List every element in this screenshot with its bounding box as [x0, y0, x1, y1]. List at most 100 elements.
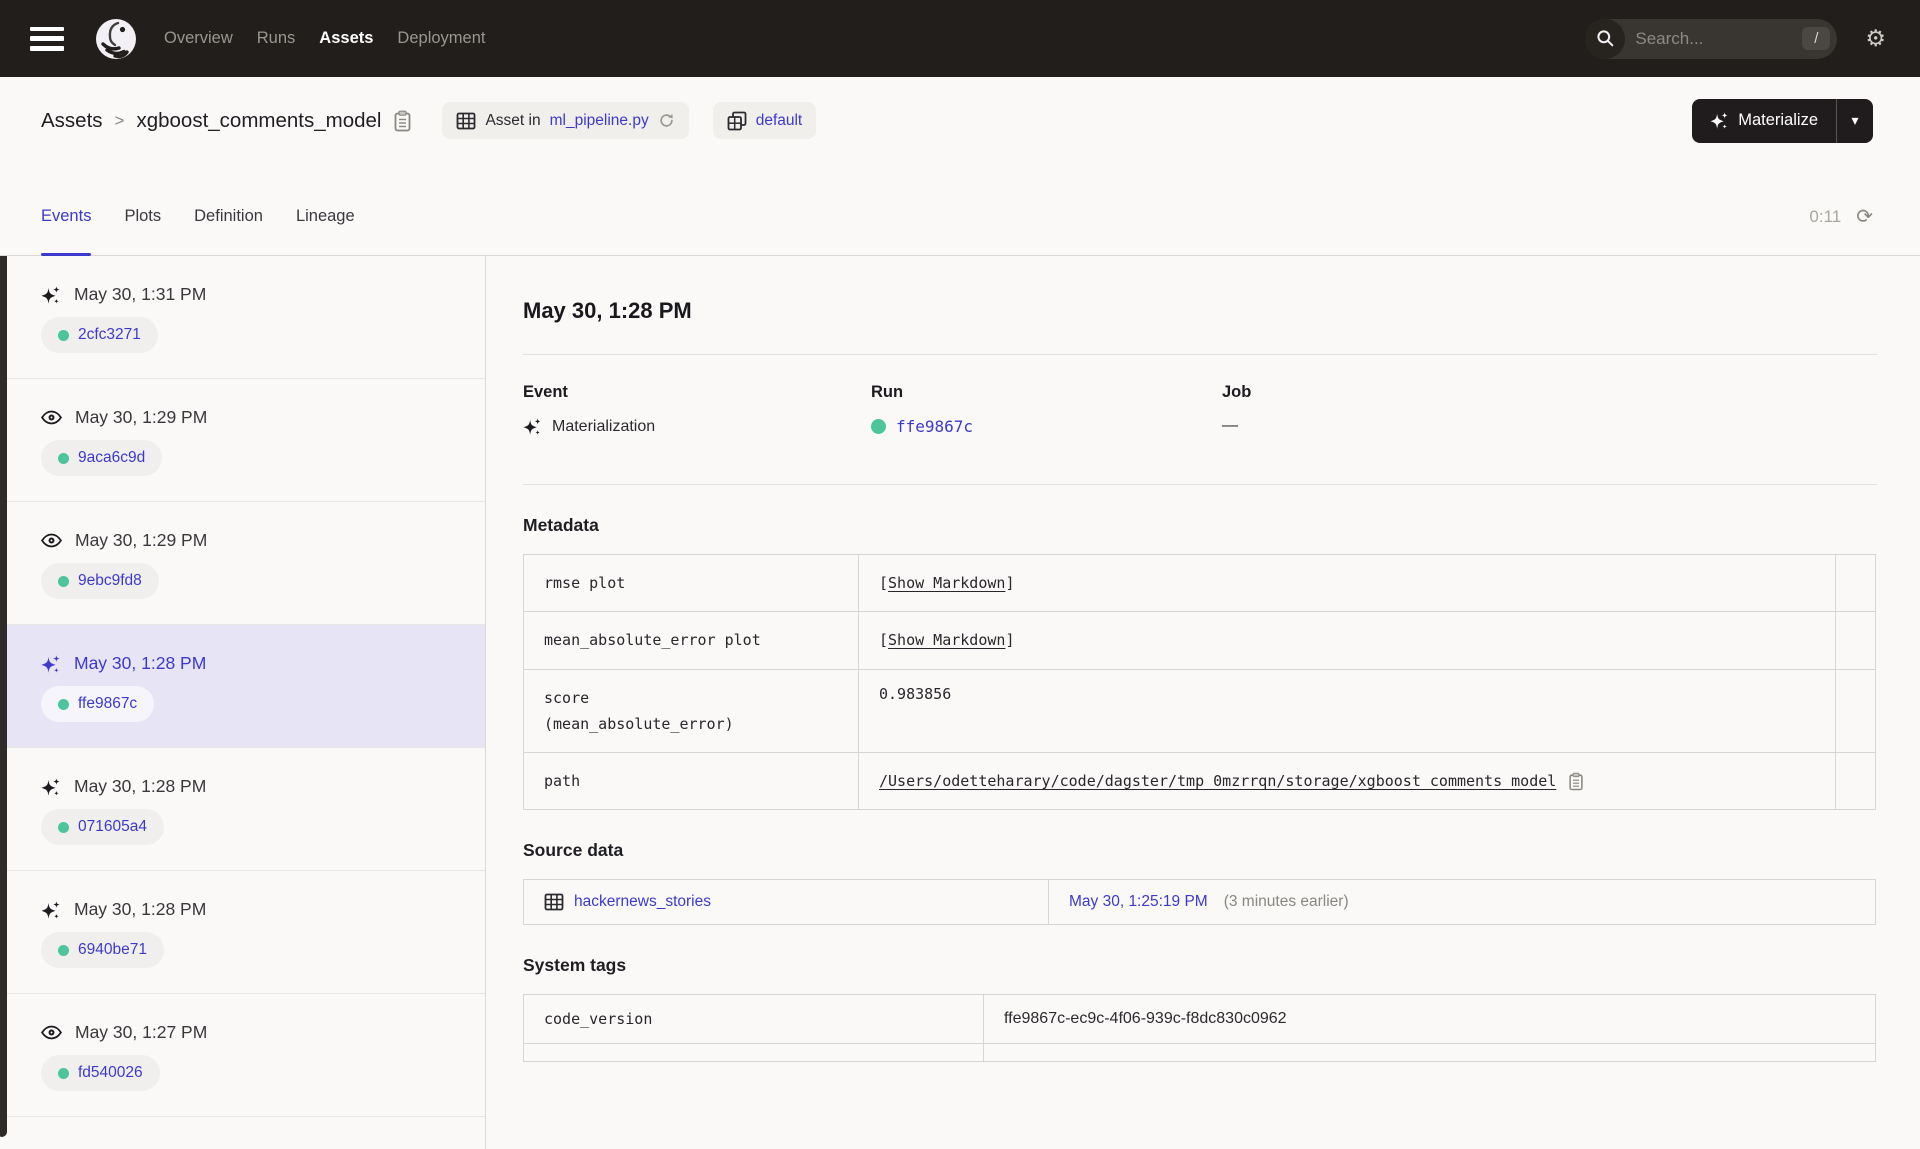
job-column-label: Job [1222, 383, 1252, 401]
app-window: Overview Runs Assets Deployment / ⚙ Asse… [0, 0, 1920, 1149]
refresh-countdown: 0:11 [1809, 206, 1842, 226]
copy-path-icon[interactable] [1568, 772, 1584, 791]
materialization-icon [41, 285, 60, 304]
materialization-icon [523, 418, 541, 435]
tab-definition[interactable]: Definition [194, 178, 263, 255]
event-column-label: Event [523, 383, 568, 401]
asset-location-badge[interactable]: Asset in ml_pipeline.py [442, 102, 689, 139]
event-list-item-selected[interactable]: May 30, 1:28 PM ffe9867c [0, 625, 485, 748]
run-id-link[interactable]: 2cfc3271 [78, 326, 141, 344]
job-value: — [1222, 417, 1238, 434]
hamburger-menu-icon[interactable] [30, 26, 64, 51]
run-tag[interactable]: ffe9867c [41, 686, 155, 722]
event-timestamp: May 30, 1:28 PM [74, 776, 207, 796]
metadata-key: rmse plot [523, 553, 859, 613]
page-title: xgboost_comments_model [136, 108, 382, 132]
run-tag[interactable]: 071605a4 [41, 809, 164, 845]
observation-eye-icon [41, 1025, 62, 1040]
storage-path-link[interactable]: /Users/odetteharary/code/dagster/tmp_0mz… [879, 772, 1556, 790]
run-id-link[interactable]: 9aca6c9d [78, 449, 145, 467]
table-row: score (mean_absolute_error) 0.983856 [523, 668, 1876, 753]
nav-item-deployment[interactable]: Deployment [397, 29, 485, 48]
event-summary-columns: Event Materialization Run ffe9867c Job — [523, 383, 1877, 436]
source-materialization-time-link[interactable]: May 30, 1:25:19 PM [1069, 893, 1208, 911]
run-id-link[interactable]: 071605a4 [78, 818, 147, 836]
nav-item-overview[interactable]: Overview [164, 29, 233, 48]
event-list-item[interactable]: May 30, 1:27 PM fd540026 [0, 994, 485, 1117]
asset-file-link[interactable]: ml_pipeline.py [550, 112, 649, 130]
run-status-dot [58, 452, 69, 464]
search-input[interactable] [1625, 28, 1803, 49]
run-tag[interactable]: 9ebc9fd8 [41, 563, 159, 599]
materialize-sparkle-icon [1710, 112, 1728, 129]
run-tag[interactable]: 9aca6c9d [41, 440, 163, 476]
empty-cell [1835, 611, 1876, 670]
search-box[interactable]: / [1585, 18, 1838, 59]
tab-plots[interactable]: Plots [124, 178, 161, 255]
materialization-icon [41, 777, 60, 796]
tabs-bar: Events Plots Definition Lineage 0:11 ⟳ [0, 164, 1920, 256]
tab-events[interactable]: Events [41, 178, 92, 256]
source-data-heading: Source data [523, 840, 624, 861]
nav-item-assets[interactable]: Assets [319, 29, 373, 48]
event-list-item[interactable]: May 30, 1:28 PM 071605a4 [0, 748, 485, 871]
show-markdown-link[interactable]: [Show Markdown] [879, 631, 1014, 649]
materialize-dropdown-button[interactable]: ▾ [1837, 99, 1873, 143]
gear-icon[interactable]: ⚙ [1865, 27, 1886, 50]
bracket: [ [879, 574, 889, 593]
source-asset-link[interactable]: hackernews_stories [574, 893, 711, 911]
breadcrumb-root[interactable]: Assets [41, 109, 103, 133]
event-timestamp: May 30, 1:31 PM [74, 284, 207, 304]
nav-item-runs[interactable]: Runs [257, 29, 296, 48]
empty-cell [1835, 668, 1876, 753]
run-id-link[interactable]: fd540026 [78, 1064, 143, 1082]
observation-eye-icon [41, 410, 62, 425]
repository-badge[interactable]: default [712, 102, 817, 139]
event-timestamp: May 30, 1:28 PM [74, 653, 207, 673]
dagster-logo-icon[interactable] [94, 17, 138, 61]
table-row-partial [523, 1043, 1876, 1063]
breadcrumb-separator: > [114, 110, 125, 130]
run-id-link[interactable]: 9ebc9fd8 [78, 572, 142, 590]
tab-lineage[interactable]: Lineage [296, 178, 355, 255]
event-list-item[interactable]: May 30, 1:28 PM 6940be71 [0, 871, 485, 994]
top-nav: Overview Runs Assets Deployment / ⚙ [0, 0, 1920, 77]
metadata-key: score (mean_absolute_error) [523, 668, 859, 753]
asset-location-prefix: Asset in [485, 111, 541, 129]
event-timestamp: May 30, 1:29 PM [75, 407, 208, 427]
metadata-key: mean_absolute_error plot [523, 611, 859, 670]
system-tag-value [983, 1043, 1876, 1063]
repository-link[interactable]: default [756, 112, 803, 130]
event-list-item[interactable]: May 30, 1:29 PM 9ebc9fd8 [0, 502, 485, 625]
asset-header: Assets > xgboost_comments_model Asset in… [0, 77, 1920, 164]
event-list-item[interactable]: May 30, 1:31 PM 2cfc3271 [0, 256, 485, 379]
materialize-button[interactable]: Materialize [1692, 99, 1836, 143]
run-tag[interactable]: 2cfc3271 [41, 317, 158, 353]
system-tag-key [523, 1043, 984, 1063]
run-tag[interactable]: fd540026 [41, 1055, 160, 1091]
bracket: ] [1005, 574, 1015, 593]
run-id-link[interactable]: ffe9867c [896, 417, 973, 436]
reload-location-icon[interactable] [658, 112, 675, 129]
observation-eye-icon [41, 533, 62, 548]
show-markdown-label[interactable]: Show Markdown [888, 574, 1005, 592]
run-id-link[interactable]: ffe9867c [78, 695, 137, 713]
metadata-table: rmse plot [Show Markdown] mean_absolute_… [523, 553, 1876, 811]
auto-refresh-timer: 0:11 ⟳ [1809, 204, 1873, 229]
show-markdown-label[interactable]: Show Markdown [888, 631, 1005, 649]
copy-asset-name-icon[interactable] [393, 110, 412, 132]
run-status-dot [58, 698, 69, 710]
run-tag[interactable]: 6940be71 [41, 932, 164, 968]
run-status-dot [871, 419, 886, 434]
show-markdown-link[interactable]: [Show Markdown] [879, 574, 1014, 592]
search-icon [1585, 18, 1626, 59]
run-status-dot [58, 944, 69, 956]
event-list-item[interactable]: May 30, 1:29 PM 9aca6c9d [0, 379, 485, 502]
bracket: ] [1005, 631, 1015, 650]
run-column-label: Run [871, 383, 904, 401]
run-status-dot [58, 821, 69, 833]
run-id-link[interactable]: 6940be71 [78, 941, 147, 959]
empty-cell [1835, 751, 1876, 811]
table-row: code_version ffe9867c-ec9c-4f06-939c-f8d… [523, 994, 1876, 1045]
refresh-icon[interactable]: ⟳ [1856, 204, 1873, 229]
